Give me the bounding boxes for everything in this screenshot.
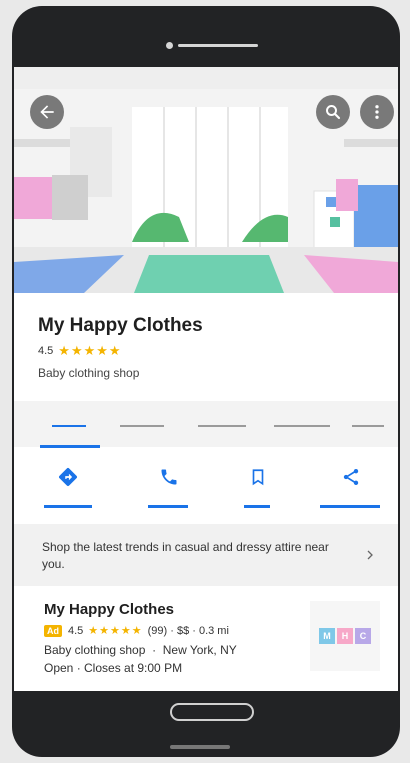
maps-place-screen: My Happy Clothes 4.5 ★★★★★ Baby clothing… <box>14 67 398 691</box>
search-icon <box>326 105 341 120</box>
logo-letter-c: C <box>355 628 371 644</box>
search-button[interactable] <box>316 95 350 129</box>
place-info: My Happy Clothes 4.5 ★★★★★ Baby clothing… <box>14 293 398 401</box>
ad-rating-row: Ad 4.5 ★★★★★ (99) · $$ · 0.3 mi <box>44 624 229 637</box>
ad-meta: (99) · $$ · 0.3 mi <box>147 624 229 637</box>
directions-icon <box>59 468 77 486</box>
logo-letter-h: H <box>337 628 353 644</box>
promo-banner[interactable]: Shop the latest trends in casual and dre… <box>14 524 398 586</box>
action-row <box>14 449 398 517</box>
camera-dot <box>166 42 173 49</box>
phone-bottom-bar <box>170 745 230 749</box>
save-button[interactable] <box>243 463 273 491</box>
more-vertical-icon <box>375 105 379 119</box>
share-button[interactable] <box>336 463 366 491</box>
ad-category-location: Baby clothing shop · New York, NY <box>44 643 237 657</box>
ad-title: My Happy Clothes <box>44 601 175 618</box>
rating-stars: ★★★★★ <box>58 343 122 358</box>
tab-2[interactable] <box>120 425 164 427</box>
ad-rating-stars: ★★★★★ <box>88 625 143 637</box>
phone-icon <box>161 469 177 485</box>
active-tab-indicator <box>40 445 100 448</box>
arrow-left-icon <box>40 105 54 119</box>
phone-frame: My Happy Clothes 4.5 ★★★★★ Baby clothing… <box>12 6 400 757</box>
call-underline <box>148 505 188 508</box>
tab-bar <box>14 401 398 447</box>
place-hero-image[interactable] <box>14 67 398 293</box>
home-button[interactable] <box>170 703 254 721</box>
logo-letter-m: M <box>319 628 335 644</box>
place-title: My Happy Clothes <box>38 315 203 336</box>
ad-hours: Open · Closes at 9:00 PM <box>44 661 183 675</box>
directions-underline <box>44 505 92 508</box>
more-options-button[interactable] <box>360 95 394 129</box>
place-rating[interactable]: 4.5 ★★★★★ <box>38 343 122 359</box>
ad-badge: Ad <box>44 624 62 637</box>
back-button[interactable] <box>30 95 64 129</box>
tab-5[interactable] <box>352 425 384 427</box>
tab-4[interactable] <box>274 425 330 427</box>
promo-text: Shop the latest trends in casual and dre… <box>42 540 329 571</box>
directions-button[interactable] <box>53 463 83 491</box>
rating-value: 4.5 <box>38 345 54 357</box>
bookmark-icon <box>252 469 264 486</box>
tab-1[interactable] <box>52 425 86 427</box>
ad-logo-thumbnail[interactable]: M H C <box>310 601 380 671</box>
speaker-grille <box>178 44 258 47</box>
ad-result-card[interactable]: My Happy Clothes Ad 4.5 ★★★★★ (99) · $$ … <box>14 589 398 691</box>
save-underline <box>244 505 270 508</box>
ad-rating-value: 4.5 <box>68 624 84 637</box>
share-icon <box>343 469 359 485</box>
place-category: Baby clothing shop <box>38 366 140 380</box>
call-button[interactable] <box>154 463 184 491</box>
tab-3[interactable] <box>198 425 246 427</box>
chevron-right-icon <box>367 550 373 560</box>
share-underline <box>320 505 380 508</box>
